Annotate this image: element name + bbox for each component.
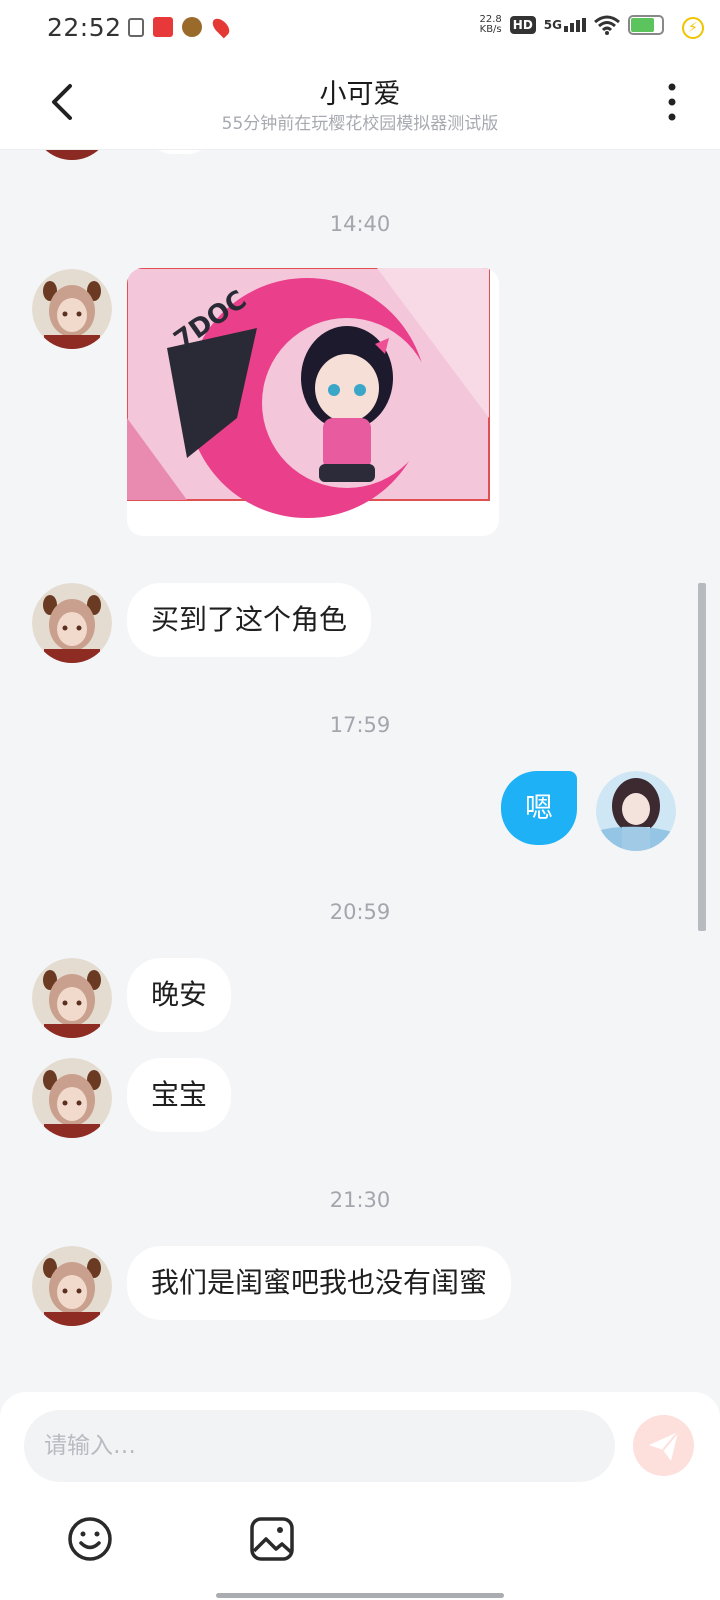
scrollbar[interactable] (698, 583, 706, 931)
contact-name: 小可爱 (319, 79, 401, 110)
friend-avatar[interactable] (32, 583, 112, 663)
image-picker-icon[interactable] (248, 1515, 296, 1563)
friend-avatar[interactable] (32, 958, 112, 1038)
contact-status: 55分钟前在玩樱花校园模拟器测试版 (221, 114, 499, 134)
red-app-icon (153, 17, 173, 37)
composer (0, 1392, 720, 1600)
timestamp: 14:40 (329, 212, 391, 236)
message-input[interactable] (24, 1410, 615, 1482)
my-avatar[interactable] (596, 771, 676, 851)
status-bar: 22:52 22.8 KB/s HD 5G ⚡ (0, 0, 720, 56)
message-bubble[interactable]: 晚安 (127, 958, 232, 1032)
net-speed-unit: KB/s (479, 24, 502, 35)
game-app-icon (182, 17, 202, 37)
signal-icon: 5G (544, 18, 586, 32)
character-image[interactable]: 7DOC (127, 268, 499, 536)
partial-message-bubble[interactable] (140, 150, 220, 154)
battery-fill (631, 18, 654, 32)
message-list[interactable]: 14:40 7DOC 买到了这个角色 17:59 嗯 20:59 晚安 宝宝 2… (0, 150, 720, 1392)
network-type: 5G (543, 18, 562, 32)
image-message[interactable]: 7DOC (127, 268, 499, 536)
send-button[interactable] (633, 1415, 694, 1476)
timestamp: 21:30 (329, 1188, 391, 1212)
timestamp: 17:59 (329, 713, 391, 737)
wifi-icon (594, 15, 620, 35)
notification-icons (128, 15, 233, 39)
message-bubble[interactable]: 宝宝 (127, 1058, 232, 1132)
more-options-icon[interactable] (660, 82, 684, 122)
hd-icon: HD (509, 16, 536, 34)
friend-avatar[interactable] (32, 1058, 112, 1138)
battery-icon (628, 15, 664, 35)
map-pin-icon (209, 15, 233, 39)
friend-avatar[interactable] (32, 269, 112, 349)
clock: 22:52 (47, 13, 122, 42)
system-icons: 22.8 KB/s HD 5G (480, 15, 664, 35)
my-message-bubble[interactable]: 嗯 (501, 771, 578, 845)
emoji-icon[interactable] (66, 1515, 114, 1563)
document-icon (128, 17, 144, 37)
home-indicator[interactable] (216, 1593, 504, 1598)
net-speed: 22.8 KB/s (480, 15, 502, 35)
timestamp: 20:59 (329, 900, 391, 924)
friend-avatar[interactable] (32, 1246, 112, 1326)
message-bubble[interactable]: 买到了这个角色 (127, 583, 372, 657)
friend-avatar[interactable] (32, 150, 112, 160)
charging-icon: ⚡ (682, 17, 704, 39)
message-bubble[interactable]: 我们是闺蜜吧我也没有闺蜜 (127, 1246, 512, 1320)
chat-header: 小可爱 55分钟前在玩樱花校园模拟器测试版 (0, 56, 720, 150)
